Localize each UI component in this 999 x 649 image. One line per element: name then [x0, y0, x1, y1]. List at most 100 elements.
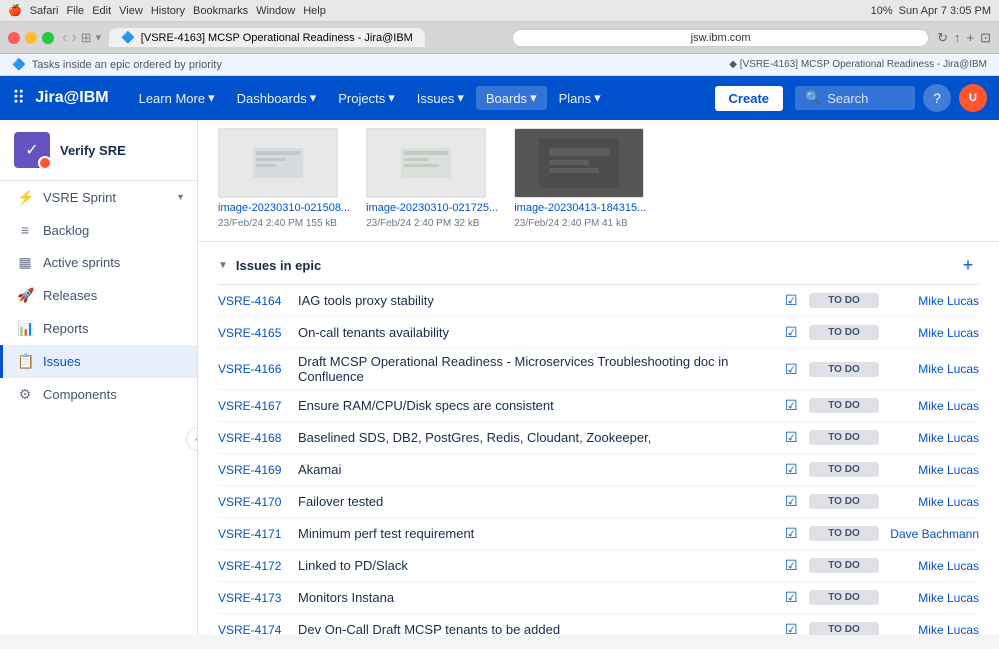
- sidebar-item-vsre-sprint[interactable]: ⚡ VSRE Sprint ▾: [0, 181, 197, 214]
- history-menu[interactable]: History: [151, 5, 185, 17]
- issue-assignee[interactable]: Mike Lucas: [879, 362, 979, 376]
- battery-indicator: 10%: [871, 5, 893, 17]
- nav-boards[interactable]: Boards ▾: [476, 86, 547, 110]
- sidebar-item-issues[interactable]: 📋 Issues: [0, 345, 197, 378]
- share-icon[interactable]: ↑: [954, 30, 961, 45]
- issue-assignee[interactable]: Mike Lucas: [879, 463, 979, 477]
- minimize-button[interactable]: [25, 32, 37, 44]
- issue-summary: On-call tenants availability: [298, 325, 785, 340]
- issue-checkbox[interactable]: ☑: [785, 324, 809, 341]
- issue-checkbox[interactable]: ☑: [785, 589, 809, 606]
- create-button[interactable]: Create: [715, 86, 783, 111]
- main-layout: ✓ Verify SRE ⚡ VSRE Sprint ▾ ≡ Backlog ▦…: [0, 120, 999, 635]
- sidebar-item-backlog[interactable]: ≡ Backlog: [0, 214, 197, 246]
- image-meta-3: 23/Feb/24 2:40 PM 41 kB: [514, 218, 646, 229]
- issue-assignee[interactable]: Mike Lucas: [879, 326, 979, 340]
- forward-icon[interactable]: ›: [71, 29, 76, 47]
- issue-key[interactable]: VSRE-4165: [218, 326, 298, 340]
- issue-key[interactable]: VSRE-4164: [218, 294, 298, 308]
- issue-checkbox[interactable]: ☑: [785, 292, 809, 309]
- issue-checkbox[interactable]: ☑: [785, 621, 809, 635]
- issue-key[interactable]: VSRE-4168: [218, 431, 298, 445]
- sidebar-item-active-sprints[interactable]: ▦ Active sprints: [0, 246, 197, 279]
- issue-key[interactable]: VSRE-4171: [218, 527, 298, 541]
- issue-key[interactable]: VSRE-4169: [218, 463, 298, 477]
- apps-grid-icon[interactable]: ⠿: [12, 88, 25, 109]
- image-name-1[interactable]: image-20230310-021508...: [218, 202, 350, 214]
- new-tab-icon[interactable]: +: [967, 30, 975, 45]
- thumbnail-svg-3: [539, 138, 619, 188]
- issue-checkbox[interactable]: ☑: [785, 461, 809, 478]
- issue-status: TO DO: [809, 398, 879, 413]
- image-strip: image-20230310-021508... 23/Feb/24 2:40 …: [198, 120, 999, 242]
- issue-assignee[interactable]: Mike Lucas: [879, 399, 979, 413]
- close-button[interactable]: [8, 32, 20, 44]
- nav-learn-more[interactable]: Learn More ▾: [129, 86, 225, 110]
- issue-status: TO DO: [809, 325, 879, 340]
- jira-logo: Jira@IBM: [35, 89, 108, 107]
- image-name-2[interactable]: image-20230310-021725...: [366, 202, 498, 214]
- image-name-3[interactable]: image-20230413-184315...: [514, 202, 646, 214]
- issue-assignee[interactable]: Mike Lucas: [879, 623, 979, 636]
- nav-issues[interactable]: Issues ▾: [407, 86, 474, 110]
- help-button[interactable]: ?: [923, 84, 951, 112]
- sidebar-item-reports[interactable]: 📊 Reports: [0, 312, 197, 345]
- address-bar[interactable]: jsw.ibm.com: [512, 29, 929, 47]
- browser-tab[interactable]: 🔷 [VSRE-4163] MCSP Operational Readiness…: [109, 28, 425, 47]
- bookmarks-menu[interactable]: Bookmarks: [193, 5, 248, 17]
- traffic-lights: [8, 32, 54, 44]
- search-label: Search: [827, 91, 868, 106]
- issue-checkbox[interactable]: ☑: [785, 361, 809, 378]
- issue-checkbox[interactable]: ☑: [785, 429, 809, 446]
- issue-assignee[interactable]: Mike Lucas: [879, 294, 979, 308]
- nav-plans[interactable]: Plans ▾: [549, 86, 611, 110]
- datetime: Sun Apr 7 3:05 PM: [899, 5, 991, 17]
- issue-assignee[interactable]: Mike Lucas: [879, 495, 979, 509]
- sidebar-item-releases[interactable]: 🚀 Releases: [0, 279, 197, 312]
- issue-assignee[interactable]: Dave Bachmann: [879, 527, 979, 541]
- issue-assignee[interactable]: Mike Lucas: [879, 559, 979, 573]
- issue-status: TO DO: [809, 558, 879, 573]
- issue-key[interactable]: VSRE-4174: [218, 623, 298, 636]
- back-icon[interactable]: ‹: [62, 29, 67, 47]
- edit-menu[interactable]: Edit: [92, 5, 111, 17]
- issue-key[interactable]: VSRE-4167: [218, 399, 298, 413]
- issue-key[interactable]: VSRE-4173: [218, 591, 298, 605]
- search-box[interactable]: 🔍 Search: [795, 86, 915, 110]
- sidebar-collapse-button[interactable]: «: [186, 427, 198, 451]
- chevron-down-icon[interactable]: ▾: [96, 31, 102, 44]
- help-menu[interactable]: Help: [303, 5, 326, 17]
- nav-projects[interactable]: Projects ▾: [328, 86, 405, 110]
- tab-switcher-icon[interactable]: ⊞: [81, 30, 92, 46]
- issue-row: VSRE-4173 Monitors Instana ☑ TO DO Mike …: [218, 582, 979, 614]
- issue-key[interactable]: VSRE-4166: [218, 362, 298, 376]
- file-menu[interactable]: File: [66, 5, 84, 17]
- nav-dashboards[interactable]: Dashboards ▾: [227, 86, 327, 110]
- issue-assignee[interactable]: Mike Lucas: [879, 431, 979, 445]
- issues-header-title[interactable]: ▼ Issues in epic: [218, 258, 321, 273]
- thumbnail-1: [218, 128, 338, 198]
- user-avatar[interactable]: U: [959, 84, 987, 112]
- issue-summary: Draft MCSP Operational Readiness - Micro…: [298, 354, 785, 384]
- image-thumb-2: image-20230310-021725... 23/Feb/24 2:40 …: [366, 128, 498, 229]
- window-menu[interactable]: Window: [256, 5, 295, 17]
- nav-links: Learn More ▾ Dashboards ▾ Projects ▾ Iss…: [129, 86, 715, 110]
- issue-checkbox[interactable]: ☑: [785, 493, 809, 510]
- thumbnail-3: [514, 128, 644, 198]
- apple-icon: 🍎: [8, 4, 22, 17]
- safari-menu[interactable]: Safari: [30, 5, 59, 17]
- issue-checkbox[interactable]: ☑: [785, 397, 809, 414]
- issue-row: VSRE-4170 Failover tested ☑ TO DO Mike L…: [218, 486, 979, 518]
- issue-checkbox[interactable]: ☑: [785, 525, 809, 542]
- view-menu[interactable]: View: [119, 5, 143, 17]
- issue-key[interactable]: VSRE-4172: [218, 559, 298, 573]
- reload-icon[interactable]: ↻: [937, 30, 948, 46]
- components-icon: ⚙: [17, 386, 33, 403]
- issue-key[interactable]: VSRE-4170: [218, 495, 298, 509]
- sidebar-item-components[interactable]: ⚙ Components: [0, 378, 197, 411]
- sidebar-toggle-icon[interactable]: ⊡: [980, 30, 991, 46]
- add-issue-button[interactable]: +: [957, 254, 979, 276]
- issue-checkbox[interactable]: ☑: [785, 557, 809, 574]
- maximize-button[interactable]: [42, 32, 54, 44]
- issue-assignee[interactable]: Mike Lucas: [879, 591, 979, 605]
